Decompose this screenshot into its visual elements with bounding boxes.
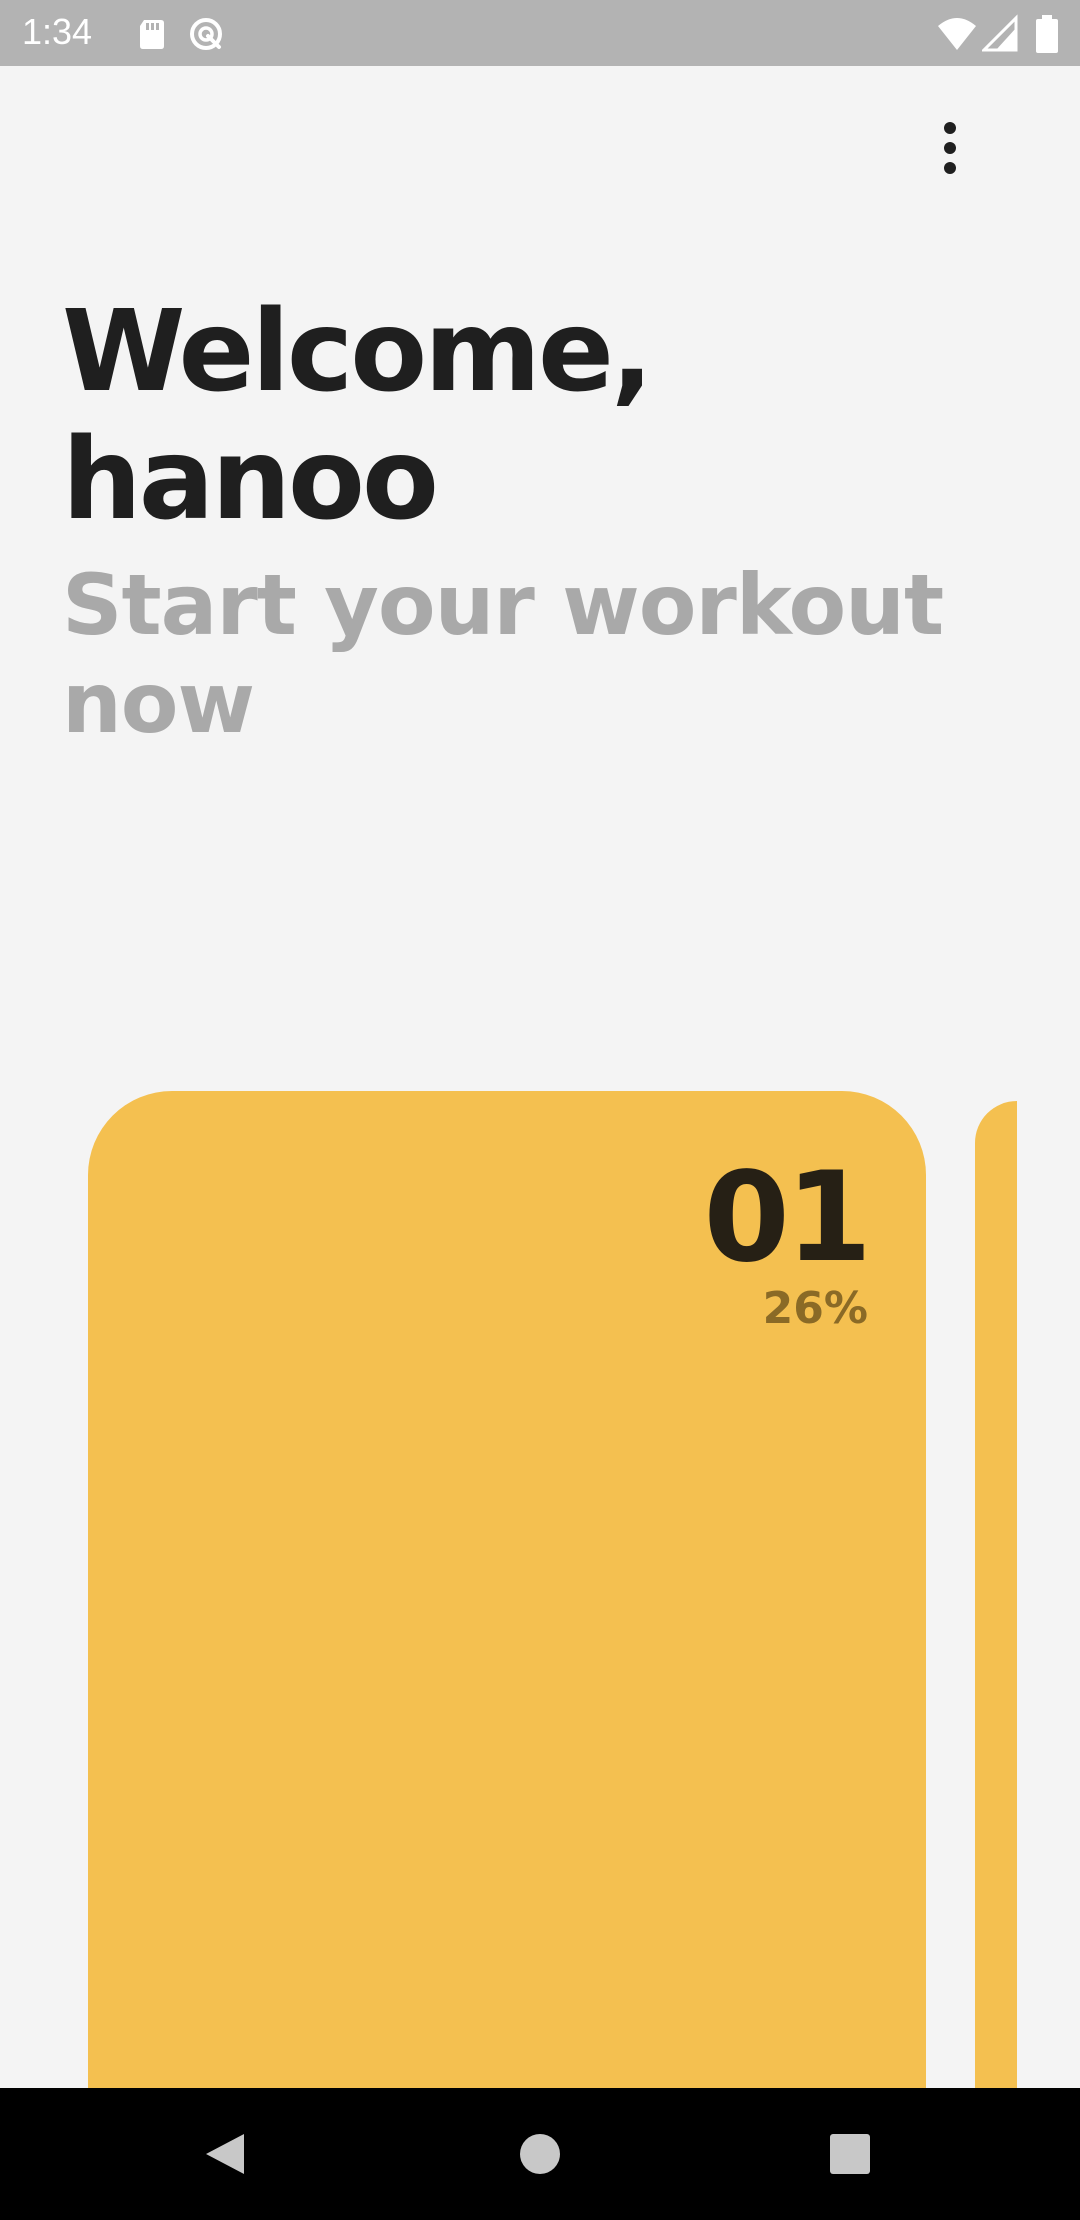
- recents-button[interactable]: [820, 2124, 880, 2184]
- workout-subtitle: Start your workout now: [62, 556, 944, 752]
- back-button[interactable]: [196, 2124, 256, 2184]
- more-vert-icon: [944, 122, 956, 174]
- status-bar: 1:34: [0, 0, 1080, 66]
- next-workout-card[interactable]: [975, 1101, 1017, 2091]
- battery-icon: [1034, 14, 1060, 54]
- status-time: 1:34: [22, 11, 93, 52]
- welcome-title: Welcome, hanoo: [62, 287, 653, 545]
- sd-card-icon: [132, 14, 172, 54]
- wifi-icon: [936, 14, 978, 54]
- navigation-bar: [0, 2088, 1080, 2220]
- workout-card[interactable]: 01 26%: [88, 1091, 926, 2091]
- home-button[interactable]: [510, 2124, 570, 2184]
- sync-disabled-icon: [186, 14, 226, 54]
- back-icon: [206, 2134, 244, 2174]
- workout-progress: 26%: [762, 1283, 868, 1334]
- more-options-button[interactable]: [920, 112, 980, 184]
- workout-number: 01: [703, 1146, 872, 1290]
- recents-icon: [830, 2134, 870, 2174]
- home-icon: [520, 2134, 560, 2174]
- cell-signal-icon: [982, 14, 1018, 54]
